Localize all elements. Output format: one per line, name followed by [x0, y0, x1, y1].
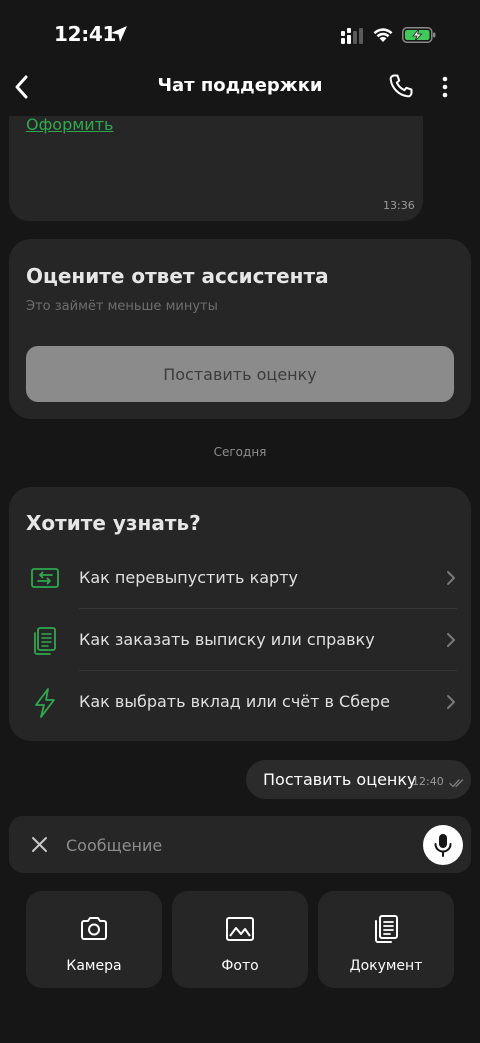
faq-item-reissue-card[interactable]: Как перевыпустить карту [9, 547, 471, 609]
chevron-right-icon [447, 633, 455, 647]
location-arrow-icon [111, 26, 127, 42]
message-time: 13:36 [383, 199, 415, 212]
message-input[interactable] [58, 826, 408, 864]
faq-item-label: Как заказать выписку или справку [79, 630, 375, 649]
chevron-right-icon [447, 571, 455, 585]
close-icon[interactable] [30, 835, 49, 854]
faq-item-label: Как выбрать вклад или счёт в Сбере [79, 692, 390, 711]
double-check-icon [449, 779, 464, 788]
date-separator: Сегодня [213, 445, 267, 459]
status-time: 12:41 [54, 22, 117, 46]
document-label: Документ [349, 958, 423, 974]
user-message-text: Поставить оценку [263, 770, 417, 789]
rate-button[interactable]: Поставить оценку [26, 346, 454, 402]
document-tile[interactable]: Документ [318, 891, 454, 988]
camera-tile[interactable]: Камера [26, 891, 162, 988]
photo-tile[interactable]: Фото [172, 891, 308, 988]
rating-title: Оцените ответ ассистента [26, 264, 329, 288]
camera-label: Камера [66, 958, 122, 974]
wifi-icon [373, 28, 393, 42]
camera-icon [81, 917, 107, 940]
apply-link[interactable]: Оформить [26, 115, 113, 134]
microphone-button[interactable] [423, 825, 463, 865]
faq-item-order-statement[interactable]: Как заказать выписку или справку [9, 609, 471, 671]
faq-title: Хотите узнать? [26, 511, 201, 535]
rating-subtitle: Это займёт меньше минуты [26, 299, 218, 314]
phone-icon[interactable] [388, 73, 414, 99]
microphone-icon [434, 834, 452, 857]
chevron-right-icon [447, 695, 455, 709]
documents-icon [34, 627, 56, 655]
card-reissue-icon [31, 568, 59, 588]
photo-icon [226, 917, 254, 941]
photo-label: Фото [221, 958, 259, 974]
cellular-signal-icon [341, 28, 363, 44]
chat-header: Чат поддержки [0, 62, 480, 116]
document-icon [375, 915, 398, 943]
lightning-icon [35, 688, 55, 718]
user-message-time: 12:40 [412, 775, 444, 788]
battery-charging-icon [402, 27, 436, 43]
faq-item-choose-deposit[interactable]: Как выбрать вклад или счёт в Сбере [9, 671, 471, 733]
faq-item-label: Как перевыпустить карту [79, 568, 298, 587]
more-vertical-icon[interactable] [436, 74, 454, 100]
